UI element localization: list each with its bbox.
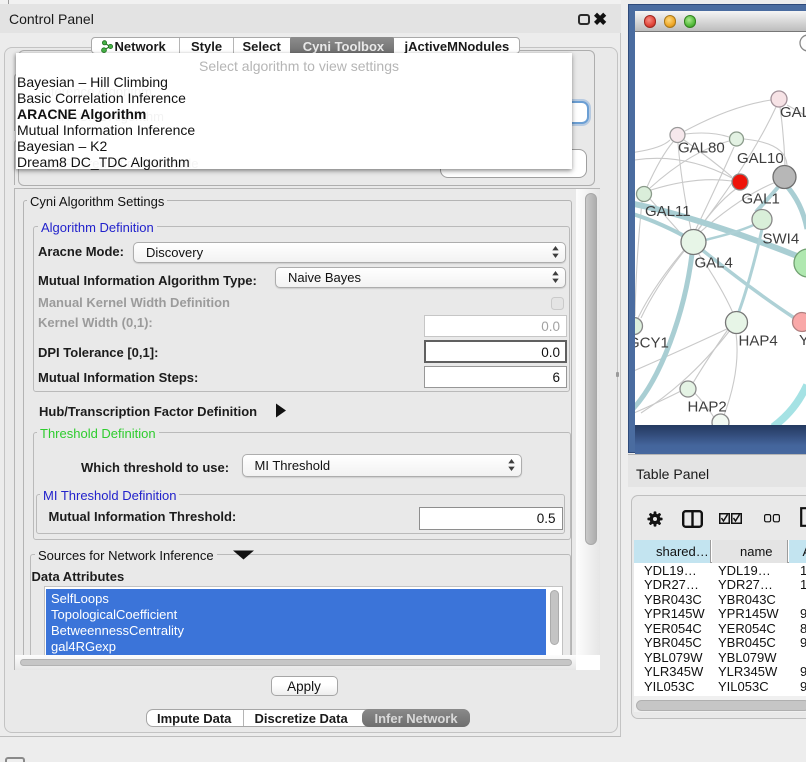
svg-text:GAL11: GAL11 <box>645 203 691 220</box>
svg-text:GAL4: GAL4 <box>695 255 733 272</box>
svg-text:YM: YM <box>799 332 806 349</box>
svg-text:GAL7: GAL7 <box>780 104 806 121</box>
svg-text:GAL80: GAL80 <box>678 140 725 157</box>
svg-text:SWI4: SWI4 <box>763 231 800 248</box>
svg-text:GAL10: GAL10 <box>737 150 784 167</box>
svg-text:GCY1: GCY1 <box>635 335 669 352</box>
svg-text:HAP4: HAP4 <box>739 333 778 350</box>
svg-text:GAL1: GAL1 <box>742 191 780 208</box>
svg-text:HAP2: HAP2 <box>688 399 727 416</box>
